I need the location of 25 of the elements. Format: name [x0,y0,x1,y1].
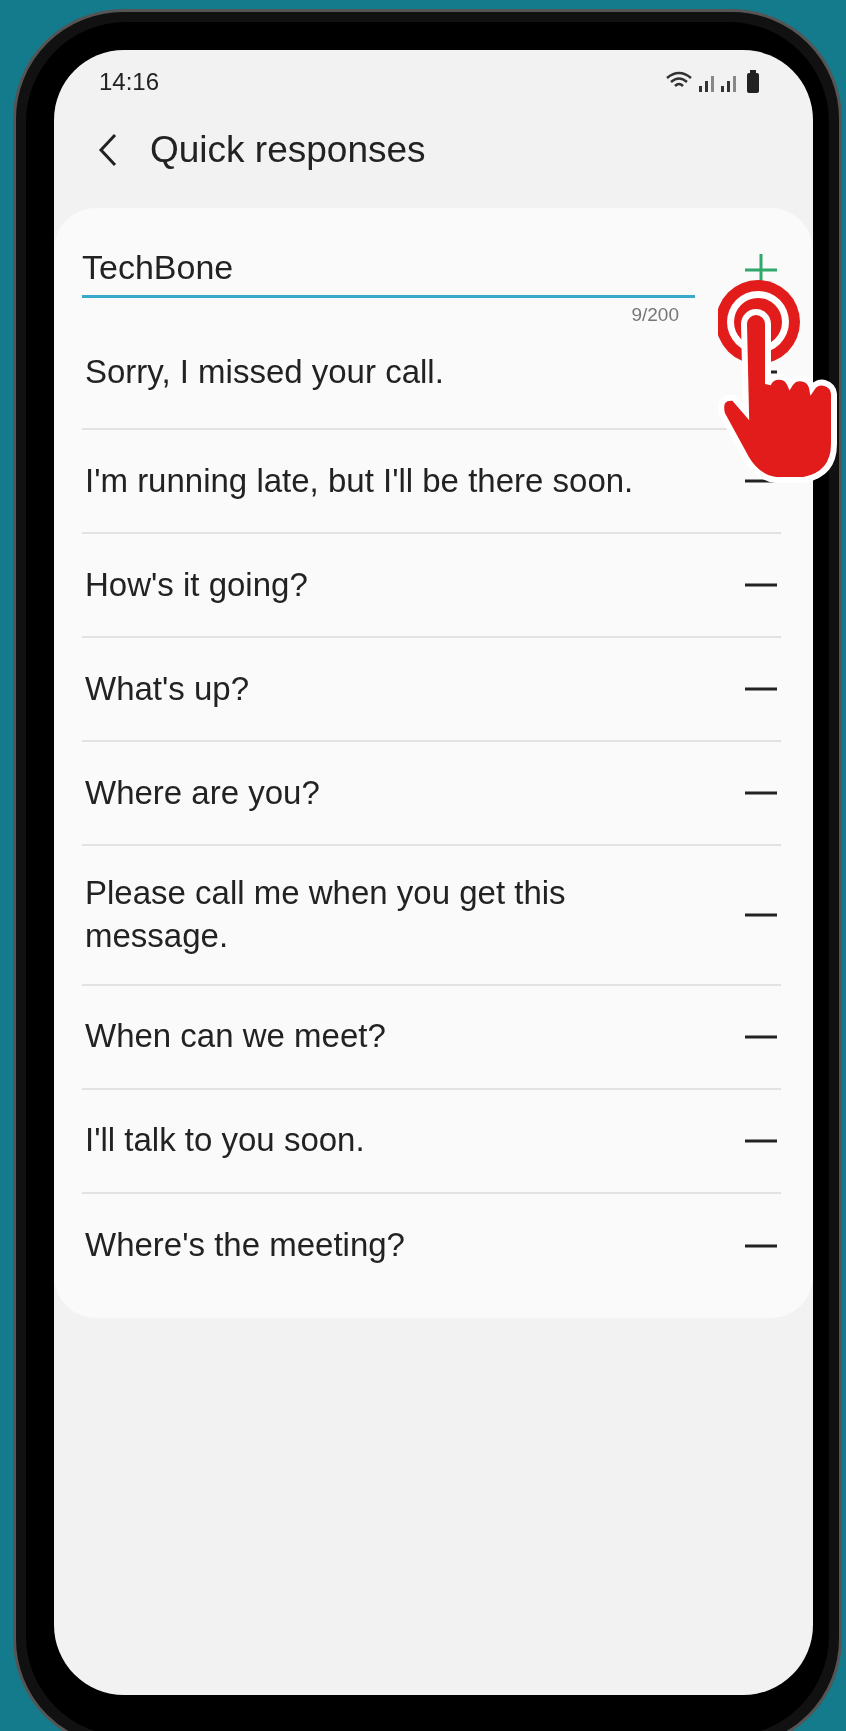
response-text: Please call me when you get this message. [84,873,567,956]
response-text: I'm running late, but I'll be there soon. [84,460,634,501]
minus-icon [743,790,779,796]
minus-icon [743,686,779,692]
minus-icon [743,911,779,918]
minus-icon [743,1242,779,1249]
signal-icon [699,76,714,92]
response-text: When can we meet? [84,1016,386,1057]
response-text: How's it going? [84,564,308,605]
response-text: Where are you? [84,772,320,813]
minus-icon [743,582,779,588]
response-text: Sorry, I missed your call. [84,351,444,392]
page-title: Quick responses [150,129,426,171]
minus-icon [743,1033,779,1040]
minus-icon [743,1137,779,1144]
wifi-icon [665,71,693,88]
response-text: I'll talk to you soon. [84,1120,365,1161]
signal-icon [721,76,736,92]
response-input-field[interactable]: TechBone [82,242,695,298]
battery-icon [747,70,759,93]
response-text: Where's the meeting? [84,1225,405,1266]
chevron-left-icon [98,133,118,167]
response-text: What's up? [84,668,250,709]
character-counter: 9/200 [630,304,679,326]
status-time: 14:16 [99,68,160,96]
